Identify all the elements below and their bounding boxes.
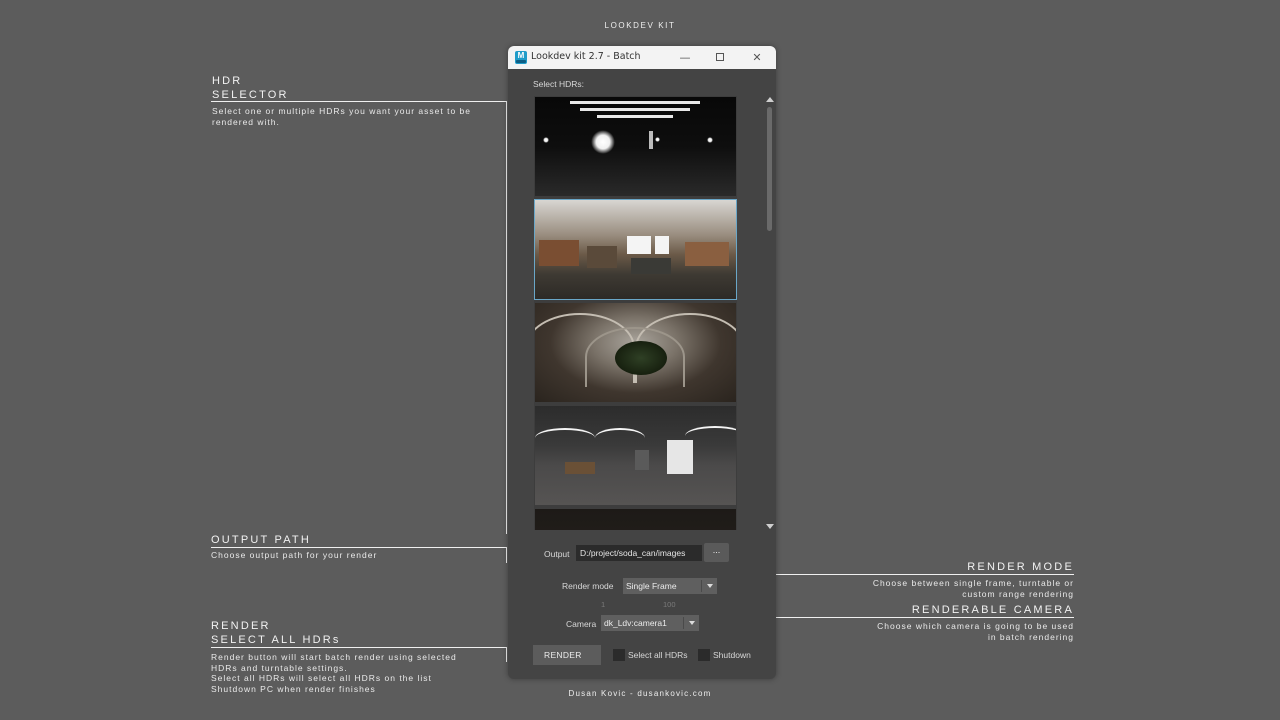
hdr-item[interactable] (534, 199, 737, 300)
hdr-item[interactable] (535, 97, 736, 196)
select-all-hdrs-checkbox[interactable] (613, 649, 625, 661)
shutdown-checkbox[interactable] (698, 649, 710, 661)
hdr-item[interactable] (535, 406, 736, 505)
output-path-field[interactable]: D:/project/soda_can/images (576, 545, 702, 561)
scroll-up-icon[interactable] (766, 97, 774, 102)
annotation-desc: HDRs and turntable settings. (211, 662, 348, 673)
annotation-heading: SELECTOR (212, 89, 289, 101)
annotation-heading: RENDER (211, 620, 271, 632)
select-hdrs-label: Select HDRs: (533, 79, 585, 89)
annotation-leader-line (506, 647, 507, 662)
render-button[interactable]: RENDER (533, 645, 601, 665)
annotation-leader-line (506, 101, 507, 534)
chevron-down-icon (689, 621, 695, 625)
hdr-list[interactable] (534, 96, 737, 530)
annotation-heading: RENDER MODE (967, 561, 1074, 573)
annotation-desc: Select all HDRs will select all HDRs on … (211, 673, 432, 683)
camera-value: dk_Ldv:camera1 (604, 618, 667, 628)
hdr-item[interactable] (535, 303, 736, 402)
annotation-heading: OUTPUT PATH (211, 534, 311, 546)
range-start-field: 1 (601, 600, 606, 609)
render-mode-dropdown[interactable]: Single Frame (623, 578, 717, 594)
annotation-renderable-camera: RENDERABLE CAMERA Choose which camera is… (877, 603, 1074, 642)
minimize-icon: — (679, 51, 691, 64)
browse-output-button[interactable]: ... (704, 543, 729, 562)
annotation-heading: SELECT ALL HDRs (211, 634, 341, 646)
render-mode-label: Render mode (562, 581, 614, 591)
footer-credit: Dusan Kovic - dusankovic.com (568, 689, 712, 698)
maximize-icon (716, 53, 724, 61)
annotation-desc: in batch rendering (987, 631, 1074, 642)
annotation-heading: HDR (212, 75, 243, 87)
camera-dropdown[interactable]: dk_Ldv:camera1 (601, 615, 699, 631)
hdr-list-scrollbar[interactable] (765, 96, 774, 530)
annotation-leader-line (775, 574, 1074, 575)
annotation-desc: custom range rendering (962, 588, 1074, 599)
maximize-button[interactable] (707, 49, 733, 66)
camera-label: Camera (566, 619, 597, 629)
shutdown-label: Shutdown (713, 650, 751, 660)
output-label: Output (544, 549, 570, 559)
annotation-render-mode: RENDER MODE Choose between single frame,… (873, 560, 1074, 599)
hdr-item[interactable] (535, 509, 736, 530)
annotation-leader-line (211, 547, 507, 548)
annotation-desc: Select one or multiple HDRs you want you… (212, 106, 471, 116)
close-button[interactable]: ✕ (744, 49, 770, 66)
range-end-field: 100 (663, 600, 676, 609)
annotation-desc: Render button will start batch render us… (211, 652, 457, 662)
annotation-leader-line (775, 617, 1074, 618)
annotation-desc: Choose which camera is going to be used (877, 621, 1074, 631)
annotation-leader-line (211, 101, 507, 102)
annotation-desc: Choose output path for your render (211, 550, 378, 560)
select-all-hdrs-label: Select all HDRs (628, 650, 688, 660)
annotation-leader-line (506, 547, 507, 563)
window-titlebar[interactable]: M Lookdev kit 2.7 - Batch — ✕ (508, 46, 776, 69)
maya-icon: M (515, 51, 527, 64)
annotation-desc: rendered with. (212, 116, 280, 127)
close-icon: ✕ (752, 51, 762, 64)
annotation-heading: RENDERABLE CAMERA (911, 604, 1074, 616)
annotation-render: RENDER SELECT ALL HDRs Render button wil… (211, 619, 457, 694)
window-title: Lookdev kit 2.7 - Batch (531, 51, 641, 62)
annotation-desc: Choose between single frame, turntable o… (872, 578, 1074, 588)
scroll-thumb[interactable] (767, 107, 772, 231)
batch-window: M Lookdev kit 2.7 - Batch — ✕ Select HDR… (508, 46, 776, 679)
scroll-down-icon[interactable] (766, 524, 774, 529)
render-mode-value: Single Frame (626, 581, 677, 591)
chevron-down-icon (707, 584, 713, 588)
annotation-leader-line (211, 647, 507, 648)
minimize-button[interactable]: — (672, 49, 698, 66)
page-title: LOOKDEV KIT (604, 21, 676, 30)
